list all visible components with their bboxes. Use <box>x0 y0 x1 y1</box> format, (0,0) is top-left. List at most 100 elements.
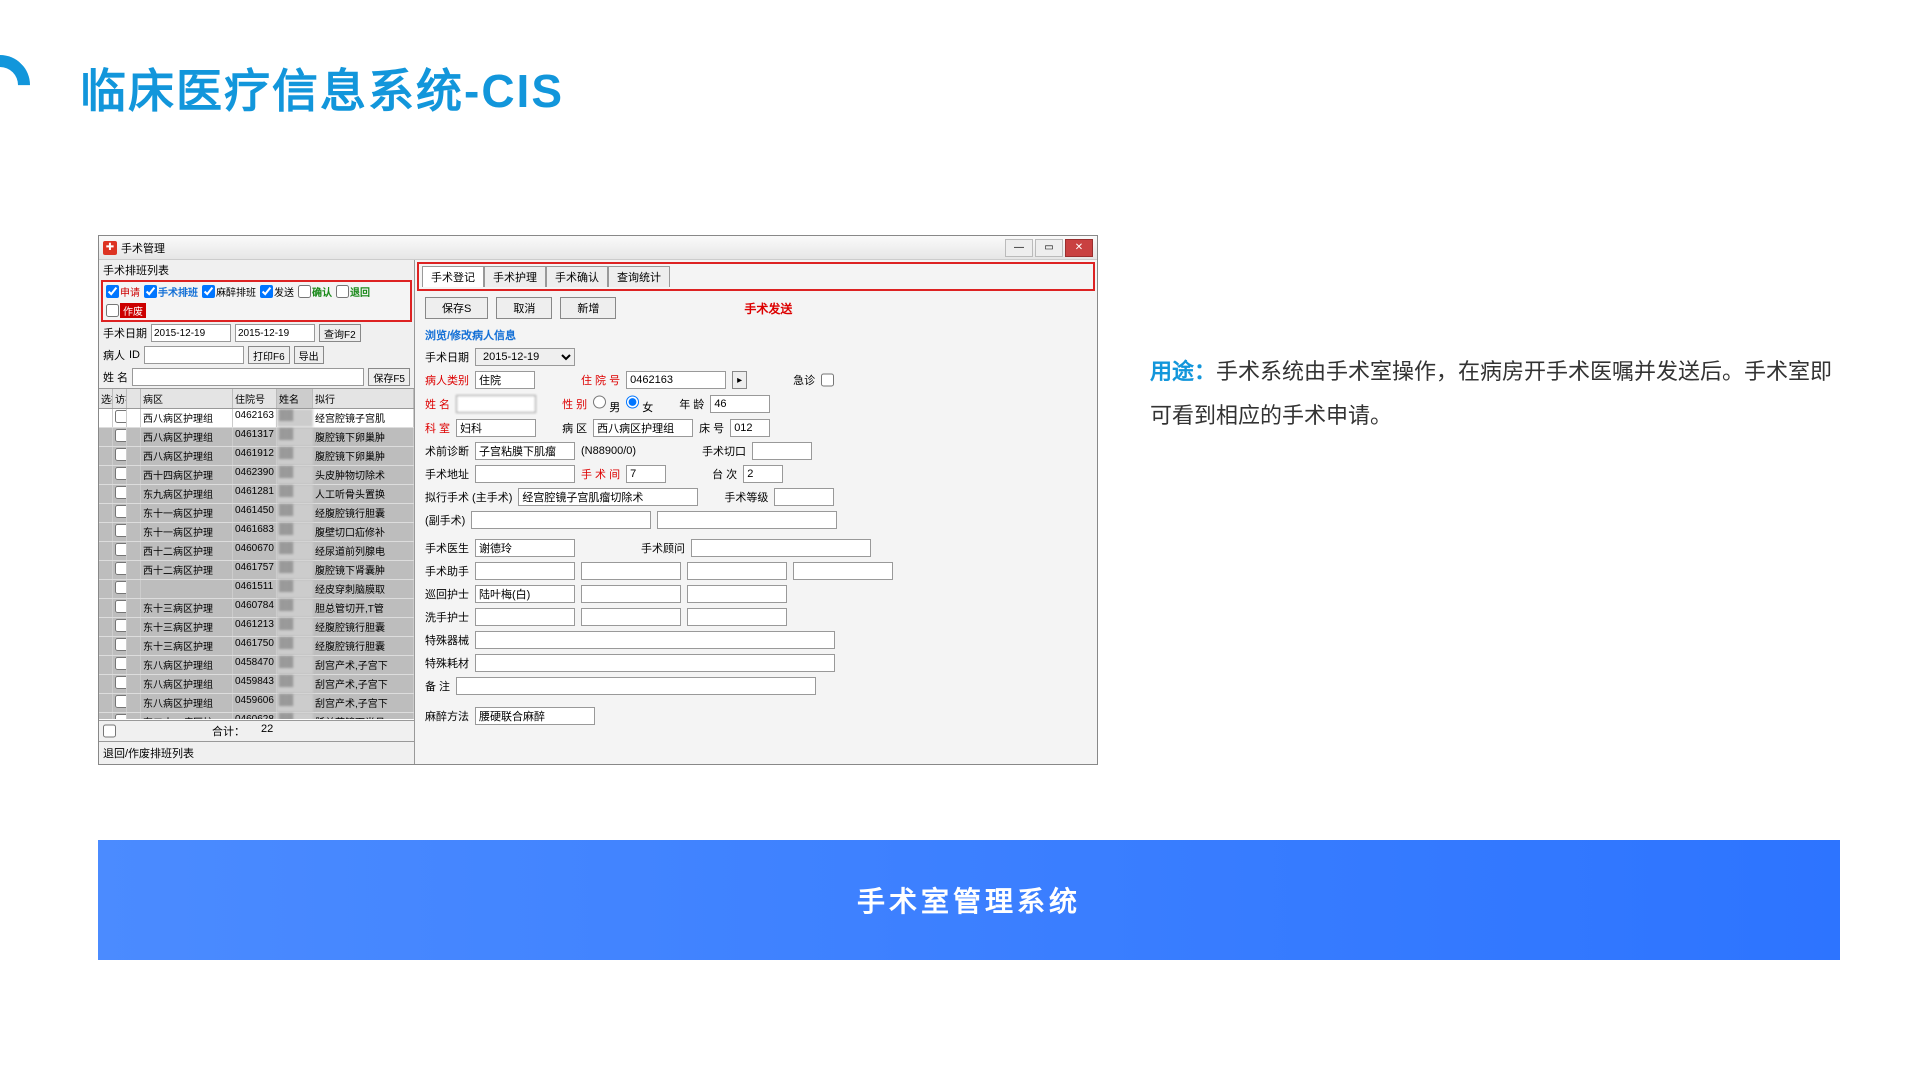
sub-input2[interactable] <box>657 511 837 529</box>
advisor-input[interactable] <box>691 539 871 557</box>
times-input[interactable] <box>743 465 783 483</box>
table-row[interactable]: 西十二病区护理0460670██经尿道前列腺电 <box>99 542 414 561</box>
table-row[interactable]: 东十三病区护理0461213██经腹腔镜行胆囊 <box>99 618 414 637</box>
new-button[interactable]: 新增 <box>560 297 616 319</box>
name-input-left[interactable] <box>132 368 364 386</box>
addr-input[interactable] <box>475 465 575 483</box>
table-row[interactable]: 0461511██经皮穿刺脑膜取 <box>99 580 414 599</box>
scrub-input2[interactable] <box>581 608 681 626</box>
tab-stats[interactable]: 查询统计 <box>608 266 670 287</box>
table-row[interactable]: 东十一病区护理0461683██腹壁切口疝修补 <box>99 523 414 542</box>
filter-anes[interactable]: 麻醉排班 <box>202 284 256 299</box>
table-row[interactable]: 西十四病区护理0462390██头皮肿物切除术 <box>99 466 414 485</box>
right-panel: 手术登记 手术护理 手术确认 查询统计 保存S 取消 新增 手术发送 浏览/修改… <box>415 260 1097 764</box>
query-button[interactable]: 查询F2 <box>319 324 361 342</box>
left-panel-header: 手术排班列表 <box>99 260 414 280</box>
scrub-input1[interactable] <box>475 608 575 626</box>
table-row[interactable]: 东八病区护理组0458470██刮宫产术,子宫下 <box>99 656 414 675</box>
table-row[interactable]: 西八病区护理组0461317██腹腔镜下卵巢肿 <box>99 428 414 447</box>
cancel-button[interactable]: 取消 <box>496 297 552 319</box>
table-row[interactable]: 西十二病区护理0461757██腹腔镜下肾囊肿 <box>99 561 414 580</box>
tab-register[interactable]: 手术登记 <box>422 266 484 287</box>
opdate-select[interactable]: 2015-12-19 <box>475 348 575 366</box>
table-row[interactable]: 东八病区护理组0459606██刮宫产术,子宫下 <box>99 694 414 713</box>
table-row[interactable]: 东十一病区护理0461450██经腹腔镜行胆囊 <box>99 504 414 523</box>
name-label: 姓 名 <box>425 396 450 412</box>
sex-label: 性 别 <box>562 396 587 412</box>
table-row[interactable]: 东八病区护理组0459843██刮宫产术,子宫下 <box>99 675 414 694</box>
save-button[interactable]: 保存S <box>425 297 488 319</box>
filter-confirm[interactable]: 确认 <box>298 284 332 299</box>
description-block: 用途：手术系统由手术室操作，在病房开手术医嘱并发送后。手术室即可看到相应的手术申… <box>1150 350 1840 438</box>
preop-label: 术前诊断 <box>425 443 469 459</box>
table-row[interactable]: 东十三病区护理0460784██胆总管切开,T管 <box>99 599 414 618</box>
emerg-checkbox[interactable] <box>821 371 834 389</box>
sex-female[interactable]: 女 <box>626 393 653 415</box>
table-row[interactable]: 东九病区护理组0461281██人工听骨头置换 <box>99 485 414 504</box>
assist-input1[interactable] <box>475 562 575 580</box>
times-label: 台 次 <box>712 466 737 482</box>
preop-input[interactable] <box>475 442 575 460</box>
incision-label: 手术切口 <box>702 443 746 459</box>
left-panel: 手术排班列表 申请 手术排班 麻醉排班 发送 确认 退回 作废 手术日期 查询F… <box>99 260 415 764</box>
sub-input[interactable] <box>471 511 651 529</box>
tab-confirm[interactable]: 手术确认 <box>546 266 608 287</box>
patient-id-input[interactable] <box>144 346 244 364</box>
assist-input3[interactable] <box>687 562 787 580</box>
table-row[interactable]: 东二十一病区护0460628██骶关节镜下半月 <box>99 713 414 719</box>
window-titlebar: ✚ 手术管理 — ▭ ✕ <box>99 236 1097 260</box>
opdate-label: 手术日期 <box>425 349 469 365</box>
decoration-arc <box>0 43 42 128</box>
return-list-label[interactable]: 退回/作废排班列表 <box>99 741 414 764</box>
export-button[interactable]: 导出 <box>294 346 324 364</box>
op-send-label[interactable]: 手术发送 <box>744 300 792 317</box>
footer-checkbox[interactable] <box>103 723 116 739</box>
save-left-button[interactable]: 保存F5 <box>368 368 410 386</box>
dept-input[interactable] <box>456 419 536 437</box>
filter-send[interactable]: 发送 <box>260 284 294 299</box>
instr-input[interactable] <box>475 631 835 649</box>
mat-input[interactable] <box>475 654 835 672</box>
ptype-input[interactable] <box>475 371 535 389</box>
table-row[interactable]: 西八病区护理组0462163██经宫腔镜子宫肌 <box>99 409 414 428</box>
date-to[interactable] <box>235 324 315 342</box>
table-row[interactable]: 东十三病区护理0461750██经腹腔镜行胆囊 <box>99 637 414 656</box>
doctor-input[interactable] <box>475 539 575 557</box>
minimize-button[interactable]: — <box>1005 239 1033 257</box>
assist-input2[interactable] <box>581 562 681 580</box>
circ-input2[interactable] <box>581 585 681 603</box>
grade-input[interactable] <box>774 488 834 506</box>
tab-nursing[interactable]: 手术护理 <box>484 266 546 287</box>
filter-schedule[interactable]: 手术排班 <box>144 284 198 299</box>
name-input[interactable] <box>456 395 536 413</box>
room-input[interactable] <box>626 465 666 483</box>
hospnum-label: 住 院 号 <box>581 372 620 388</box>
table-row[interactable]: 西八病区护理组0461912██腹腔镜下卵巢肿 <box>99 447 414 466</box>
hospnum-lookup[interactable]: ▸ <box>732 371 747 389</box>
filter-apply[interactable]: 申请 <box>106 284 140 299</box>
hospnum-input[interactable] <box>626 371 726 389</box>
scrub-input3[interactable] <box>687 608 787 626</box>
age-input[interactable] <box>710 395 770 413</box>
bed-input[interactable] <box>730 419 770 437</box>
close-button[interactable]: ✕ <box>1065 239 1093 257</box>
incision-input[interactable] <box>752 442 812 460</box>
ward-input[interactable] <box>593 419 693 437</box>
circ-input3[interactable] <box>687 585 787 603</box>
maximize-button[interactable]: ▭ <box>1035 239 1063 257</box>
grid-body[interactable]: 西八病区护理组0462163██经宫腔镜子宫肌西八病区护理组0461317██腹… <box>99 409 414 719</box>
total-value: 22 <box>261 723 273 739</box>
filter-bar: 申请 手术排班 麻醉排班 发送 确认 退回 作废 <box>101 280 412 322</box>
circ-input1[interactable] <box>475 585 575 603</box>
proc-input[interactable] <box>518 488 698 506</box>
sex-male[interactable]: 男 <box>593 393 620 415</box>
remark-input[interactable] <box>456 677 816 695</box>
window-title: 手术管理 <box>121 240 165 256</box>
print-button[interactable]: 打印F6 <box>248 346 290 364</box>
assist-input4[interactable] <box>793 562 893 580</box>
date-label: 手术日期 <box>103 325 147 341</box>
date-from[interactable] <box>151 324 231 342</box>
filter-void[interactable]: 作废 <box>106 303 146 318</box>
filter-return[interactable]: 退回 <box>336 284 370 299</box>
anes-input[interactable] <box>475 707 595 725</box>
